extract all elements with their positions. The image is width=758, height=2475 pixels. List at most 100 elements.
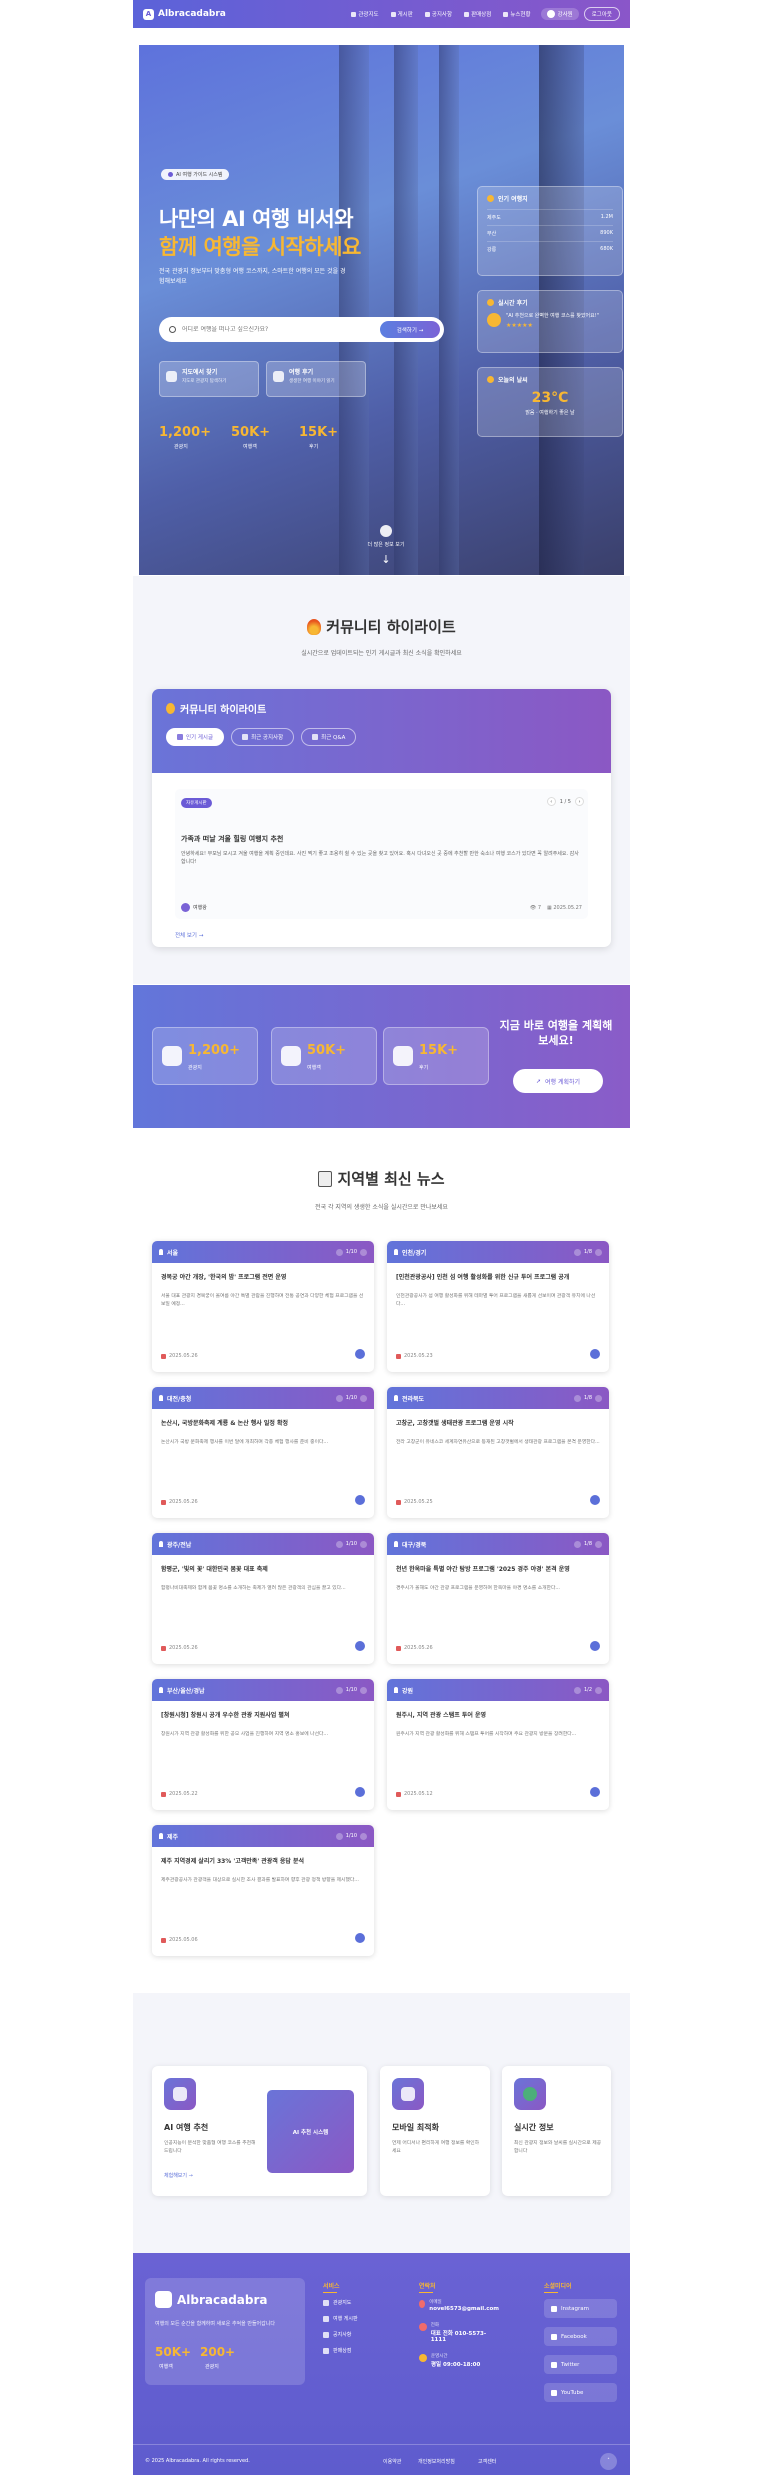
back-to-top-button[interactable]: ˄ — [600, 2453, 617, 2470]
feature-card-ai[interactable]: AI 여행 추천 인공지능이 분석한 맞춤형 여행 코스를 추천해드립니다 체험… — [152, 2066, 367, 2196]
fire-icon — [166, 703, 175, 714]
user-menu[interactable]: 강사원 — [540, 8, 579, 20]
next-button[interactable] — [595, 1540, 602, 1548]
prev-button[interactable] — [573, 1540, 581, 1548]
prev-button[interactable] — [335, 1394, 343, 1402]
footer-link[interactable]: 개인정보처리방침 — [418, 2458, 455, 2465]
news-pager: 1/10 — [335, 1832, 367, 1840]
twitter-button[interactable]: Twitter — [544, 2355, 617, 2374]
news-title[interactable]: [인천관광공사] 인천 섬 여행 활성화를 위한 신규 투어 프로그램 공개 — [396, 1273, 600, 1282]
open-news-button[interactable] — [355, 1349, 365, 1359]
news-card[interactable]: 강원 1/2 원주시, 지역 관광 스탬프 투어 운영 원주시가 지역 관광 활성화를… — [387, 1679, 609, 1810]
map-icon — [166, 371, 177, 382]
footer-link[interactable]: 고객센터 — [478, 2458, 496, 2465]
prev-button[interactable] — [573, 1248, 581, 1256]
footer-link[interactable]: 이용약관 — [383, 2458, 401, 2465]
prev-button[interactable] — [335, 1832, 343, 1840]
try-link[interactable]: 체험해보기 → — [164, 2172, 193, 2179]
prev-button[interactable] — [573, 1394, 581, 1402]
open-news-button[interactable] — [355, 1787, 365, 1797]
open-news-button[interactable] — [355, 1641, 365, 1651]
news-card[interactable]: 인천/경기 1/8 [인천관광공사] 인천 섬 여행 활성화를 위한 신규 투어 프… — [387, 1241, 609, 1372]
nav-map[interactable]: 관광지도 — [351, 10, 379, 18]
next-button[interactable] — [360, 1686, 367, 1694]
open-news-button[interactable] — [590, 1349, 600, 1359]
calendar-icon — [161, 1645, 166, 1651]
news-card[interactable]: 서울 1/10 경복궁 야간 개장, '한국의 밤' 프로그램 전면 운영 서울 대표… — [152, 1241, 374, 1372]
brand-logo[interactable]: A Albracadabra — [143, 8, 226, 20]
open-news-button[interactable] — [590, 1641, 600, 1651]
news-card[interactable]: 대전/충청 1/10 논산시, 국방문화축제 계룡 & 논산 행사 일정 확정 논산시… — [152, 1387, 374, 1518]
popular-panel: 인기 여행지 제주도 1.2M 부산 890K 강릉 680K — [477, 186, 623, 276]
tab-popular-posts[interactable]: 인기 게시글 — [166, 728, 225, 746]
logout-button[interactable]: 로그아웃 — [583, 7, 620, 21]
news-title[interactable]: 경복궁 야간 개장, '한국의 밤' 프로그램 전면 운영 — [161, 1273, 365, 1282]
open-news-button[interactable] — [590, 1787, 600, 1797]
search-button[interactable]: 검색하기 → — [380, 321, 440, 338]
plan-trip-button[interactable]: ➚ 여행 계획하기 — [513, 1069, 603, 1093]
tab-recent-qna[interactable]: 최근 Q&A — [301, 728, 357, 746]
nav-news[interactable]: 뉴스현황 — [503, 10, 531, 18]
nav-shop[interactable]: 판매상점 — [464, 10, 491, 18]
prev-button[interactable]: ‹ — [546, 797, 556, 806]
news-card[interactable]: 광주/전남 1/10 함평군, '빛의 꽃' 대한민국 봄꽃 대표 축제 함평나비대축… — [152, 1533, 374, 1664]
nav-board[interactable]: 게시판 — [390, 10, 413, 18]
prev-button[interactable] — [573, 1686, 581, 1694]
news-card[interactable]: 제주 1/10 제주 지역경제 살리기 33% '고객만족' 관광객 응답 분석 제주… — [152, 1825, 374, 1956]
news-pager: 1/10 — [335, 1394, 367, 1402]
news-title[interactable]: 고창군, 고창갯벌 생태관광 프로그램 운영 시작 — [396, 1419, 600, 1428]
popular-row[interactable]: 제주도 1.2M — [487, 209, 613, 225]
next-button[interactable] — [360, 1248, 367, 1256]
tab-recent-notices[interactable]: 최근 공지사항 — [231, 728, 295, 746]
megaphone-icon — [323, 2331, 329, 2338]
news-card-header: 강원 1/2 — [387, 1679, 609, 1701]
footer-link[interactable]: 여행 게시판 — [323, 2315, 358, 2322]
open-news-button[interactable] — [355, 1495, 365, 1505]
popular-row[interactable]: 부산 890K — [487, 225, 613, 241]
twitter-icon — [551, 2361, 557, 2368]
open-news-button[interactable] — [590, 1495, 600, 1505]
next-button[interactable] — [595, 1248, 602, 1256]
post-author: 여행왕 — [181, 903, 207, 912]
footer-link[interactable]: 공지사항 — [323, 2331, 358, 2338]
prev-button[interactable] — [335, 1540, 343, 1548]
feature-card-realtime[interactable]: 실시간 정보 최신 관광지 정보와 날씨를 실시간으로 제공합니다 — [502, 2066, 611, 2196]
news-title[interactable]: [창원시청] 창원시 공개 우수한 관광 지원사업 펼쳐 — [161, 1711, 365, 1720]
feature-card-mobile[interactable]: 모바일 최적화 언제 어디서나 편리하게 여행 정보를 확인하세요 — [380, 2066, 490, 2196]
news-title[interactable]: 원주시, 지역 관광 스탬프 투어 운영 — [396, 1711, 600, 1720]
youtube-button[interactable]: YouTube — [544, 2383, 617, 2402]
news-pager: 1/8 — [573, 1248, 602, 1256]
open-news-button[interactable] — [355, 1933, 365, 1943]
next-button[interactable] — [595, 1686, 602, 1694]
next-button[interactable] — [360, 1832, 367, 1840]
next-button[interactable] — [595, 1394, 602, 1402]
news-title[interactable]: 제주 지역경제 살리기 33% '고객만족' 관광객 응답 분석 — [161, 1857, 365, 1866]
featured-post[interactable]: 자유게시판 ‹ 1 / 5 › 가족과 떠날 겨울 힐링 여행지 추천 안녕하세요!… — [175, 789, 588, 919]
footer-link[interactable]: 관광지도 — [323, 2299, 358, 2306]
post-title[interactable]: 가족과 떠날 겨울 힐링 여행지 추천 — [181, 834, 283, 844]
facebook-button[interactable]: Facebook — [544, 2327, 617, 2346]
quick-review-card[interactable]: 여행 후기 생생한 여행 이야기 읽기 — [266, 361, 366, 397]
news-card[interactable]: 부산/울산/경남 1/10 [창원시청] 창원시 공개 우수한 관광 지원사업 펼쳐… — [152, 1679, 374, 1810]
quick-map-card[interactable]: 지도에서 찾기 지도로 관광지 탐색하기 — [159, 361, 259, 397]
scroll-hint[interactable]: 더 많은 정보 보기 ↓ — [366, 525, 406, 566]
prev-button[interactable] — [335, 1686, 343, 1694]
nav-notice[interactable]: 공지사항 — [424, 10, 452, 18]
next-button[interactable]: › — [575, 797, 584, 806]
news-card[interactable]: 전라북도 1/8 고창군, 고창갯벌 생태관광 프로그램 운영 시작 전라 고창군이 … — [387, 1387, 609, 1518]
board-icon — [323, 2315, 329, 2322]
news-title[interactable]: 논산시, 국방문화축제 계룡 & 논산 행사 일정 확정 — [161, 1419, 365, 1428]
news-region: 부산/울산/경남 — [167, 1687, 205, 1695]
news-title[interactable]: 함평군, '빛의 꽃' 대한민국 봄꽃 대표 축제 — [161, 1565, 365, 1574]
footer-link[interactable]: 판매상점 — [323, 2347, 358, 2354]
next-button[interactable] — [360, 1540, 367, 1548]
view-all-link[interactable]: 전체 보기 → — [175, 931, 203, 939]
prev-button[interactable] — [335, 1248, 343, 1256]
popular-row[interactable]: 강릉 680K — [487, 241, 613, 257]
instagram-button[interactable]: Instagram — [544, 2299, 617, 2318]
next-button[interactable] — [360, 1394, 367, 1402]
news-title[interactable]: 천년 한옥마을 특별 야간 탐방 프로그램 '2025 경주 야경' 본격 운영 — [396, 1565, 600, 1574]
news-card[interactable]: 대구/경북 1/8 천년 한옥마을 특별 야간 탐방 프로그램 '2025 경주 야… — [387, 1533, 609, 1664]
search-input[interactable] — [182, 326, 380, 333]
news-card-header: 대구/경북 1/8 — [387, 1533, 609, 1555]
